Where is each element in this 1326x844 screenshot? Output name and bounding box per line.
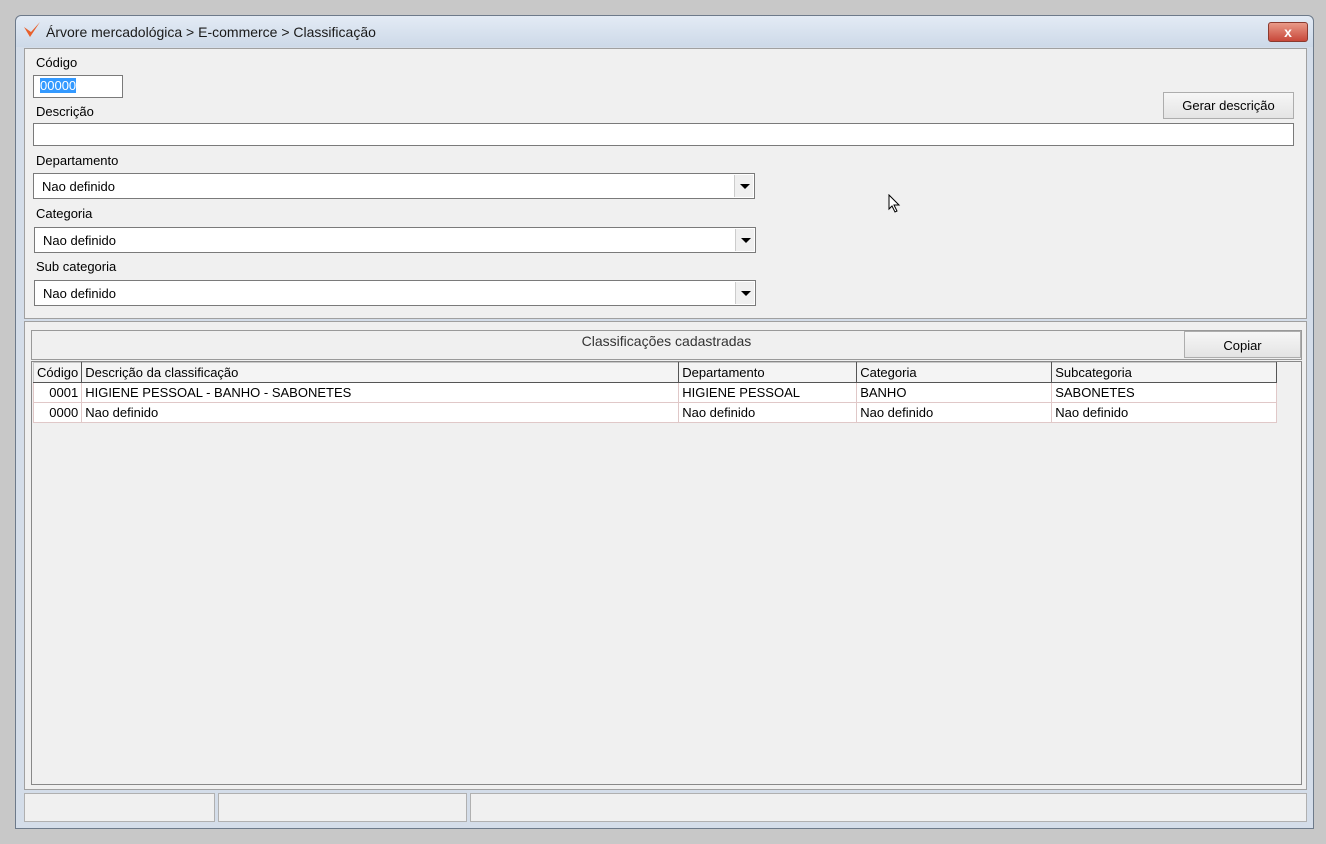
- cell-categoria: BANHO: [856, 382, 1053, 403]
- column-header-subcategoria[interactable]: Subcategoria: [1051, 362, 1278, 383]
- column-header-categoria[interactable]: Categoria: [856, 362, 1053, 383]
- column-header-descricao[interactable]: Descrição da classificação: [81, 362, 680, 383]
- codigo-input[interactable]: 00000: [33, 75, 123, 98]
- cell-departamento: HIGIENE PESSOAL: [678, 382, 858, 403]
- chevron-down-icon[interactable]: [735, 282, 754, 304]
- list-title: Classificações cadastradas: [581, 333, 752, 349]
- codigo-value: 00000: [40, 78, 77, 93]
- categoria-select[interactable]: Nao definido: [34, 227, 756, 253]
- descricao-input[interactable]: [33, 123, 1294, 146]
- descricao-label: Descrição: [36, 104, 94, 119]
- mouse-cursor-icon: [888, 194, 901, 213]
- subcategoria-select[interactable]: Nao definido: [34, 280, 756, 306]
- classificacoes-table: Código Descrição da classificação Depart…: [32, 362, 1278, 423]
- classificacoes-grid: [31, 361, 1302, 785]
- cell-descricao: Nao definido: [81, 402, 680, 423]
- cell-descricao: HIGIENE PESSOAL - BANHO - SABONETES: [81, 382, 680, 403]
- status-panel-3: [470, 793, 1307, 822]
- categoria-label: Categoria: [36, 206, 93, 221]
- table-row[interactable]: 0000 Nao definido Nao definido Nao defin…: [32, 402, 1278, 423]
- cell-codigo: 0000: [32, 402, 83, 423]
- column-header-departamento[interactable]: Departamento: [678, 362, 858, 383]
- close-button[interactable]: x: [1268, 22, 1308, 42]
- codigo-label: Código: [36, 55, 78, 70]
- cell-departamento: Nao definido: [678, 402, 858, 423]
- status-panel-1: [24, 793, 215, 822]
- gerar-descricao-button[interactable]: Gerar descrição: [1163, 92, 1294, 119]
- cell-subcategoria: Nao definido: [1051, 402, 1278, 423]
- departamento-select[interactable]: Nao definido: [33, 173, 755, 199]
- table-row[interactable]: 0001 HIGIENE PESSOAL - BANHO - SABONETES…: [32, 382, 1278, 403]
- chevron-down-icon[interactable]: [735, 229, 754, 251]
- chevron-down-icon[interactable]: [734, 175, 753, 197]
- subcategoria-value: Nao definido: [43, 286, 116, 301]
- subcategoria-label: Sub categoria: [36, 259, 117, 274]
- cell-codigo: 0001: [32, 382, 83, 403]
- departamento-label: Departamento: [36, 153, 119, 168]
- cell-categoria: Nao definido: [856, 402, 1053, 423]
- window-title: Árvore mercadológica > E-commerce > Clas…: [46, 24, 376, 40]
- cell-subcategoria: SABONETES: [1051, 382, 1278, 403]
- departamento-value: Nao definido: [42, 179, 115, 194]
- column-header-codigo[interactable]: Código: [32, 362, 83, 383]
- status-panel-2: [218, 793, 467, 822]
- app-logo-icon: [24, 22, 40, 37]
- categoria-value: Nao definido: [43, 233, 116, 248]
- copiar-button[interactable]: Copiar: [1184, 331, 1301, 358]
